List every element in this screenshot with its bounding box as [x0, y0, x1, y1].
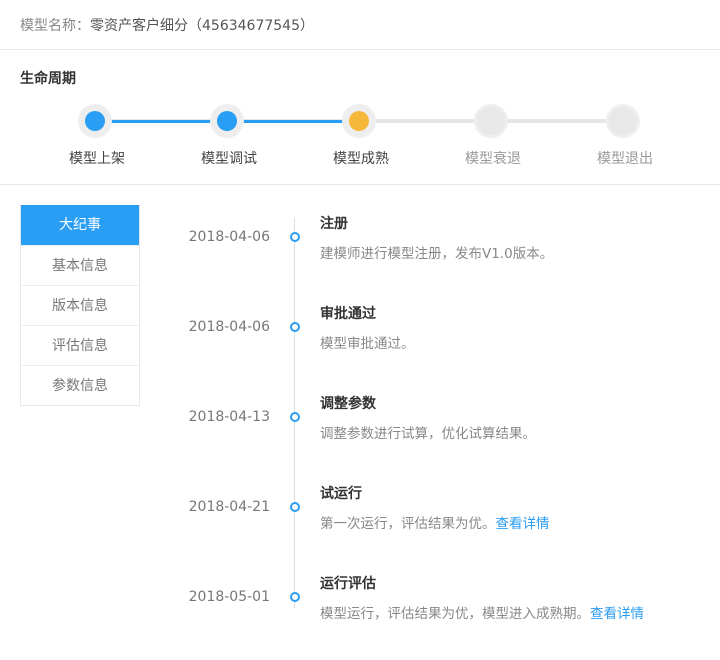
event-node: [290, 412, 300, 422]
view-details-link[interactable]: 查看详情: [590, 606, 644, 622]
event-title: 运行评估: [320, 576, 376, 592]
stage-label-mature: 模型成熟: [333, 151, 389, 167]
stage-label-listing: 模型上架: [69, 151, 125, 167]
event-desc-text: 调整参数进行试算，优化试算结果。: [320, 426, 536, 442]
event-description: 建模师进行模型注册，发布V1.0版本。: [320, 242, 553, 262]
model-header: 模型名称：零资产客户细分（45634677545）: [0, 0, 720, 50]
timeline-event: 2018-04-06 注册 建模师进行模型注册，发布V1.0版本。: [0, 210, 720, 300]
event-desc-text: 第一次运行，评估结果为优。: [320, 516, 496, 532]
model-name: 模型名称：零资产客户细分（45634677545）: [20, 15, 314, 35]
event-date: 2018-05-01: [188, 589, 270, 605]
event-node: [290, 322, 300, 332]
stage-label-debug: 模型调试: [201, 151, 257, 167]
event-desc-text: 模型审批通过。: [320, 336, 415, 352]
stage-node-mature: [342, 104, 376, 138]
event-description: 模型运行，评估结果为优，模型进入成熟期。查看详情: [320, 602, 644, 622]
event-node: [290, 592, 300, 602]
model-name-value: 零资产客户细分（45634677545）: [90, 18, 314, 34]
event-description: 模型审批通过。: [320, 332, 415, 352]
event-date: 2018-04-21: [188, 499, 270, 515]
event-title: 注册: [320, 216, 348, 232]
timeline-event: 2018-05-01 运行评估 模型运行，评估结果为优，模型进入成熟期。查看详情: [0, 570, 720, 660]
stage-label-exit: 模型退出: [597, 151, 653, 167]
event-date: 2018-04-13: [188, 409, 270, 425]
event-date: 2018-04-06: [188, 319, 270, 335]
event-description: 第一次运行，评估结果为优。查看详情: [320, 512, 550, 532]
event-node: [290, 232, 300, 242]
event-title: 试运行: [320, 486, 362, 502]
timeline-event: 2018-04-06 审批通过 模型审批通过。: [0, 300, 720, 390]
event-date: 2018-04-06: [188, 229, 270, 245]
timeline-event: 2018-04-13 调整参数 调整参数进行试算，优化试算结果。: [0, 390, 720, 480]
lifecycle-section: 生命周期 模型上架 模型调试 模型成熟 模型衰退 模型退出: [0, 50, 720, 185]
stage-node-debug: [210, 104, 244, 138]
stage-node-exit: [606, 104, 640, 138]
event-desc-text: 建模师进行模型注册，发布V1.0版本。: [320, 246, 554, 262]
timeline-event: 2018-04-21 试运行 第一次运行，评估结果为优。查看详情: [0, 480, 720, 570]
event-title: 调整参数: [320, 396, 376, 412]
event-node: [290, 502, 300, 512]
stage-node-listing: [78, 104, 112, 138]
stage-node-decline: [474, 104, 508, 138]
model-name-label: 模型名称：: [20, 18, 90, 34]
view-details-link[interactable]: 查看详情: [496, 516, 550, 532]
event-description: 调整参数进行试算，优化试算结果。: [320, 422, 536, 442]
event-title: 审批通过: [320, 306, 376, 322]
stage-label-decline: 模型衰退: [465, 151, 521, 167]
lifecycle-title: 生命周期: [20, 71, 76, 87]
event-desc-text: 模型运行，评估结果为优，模型进入成熟期。: [320, 606, 590, 622]
